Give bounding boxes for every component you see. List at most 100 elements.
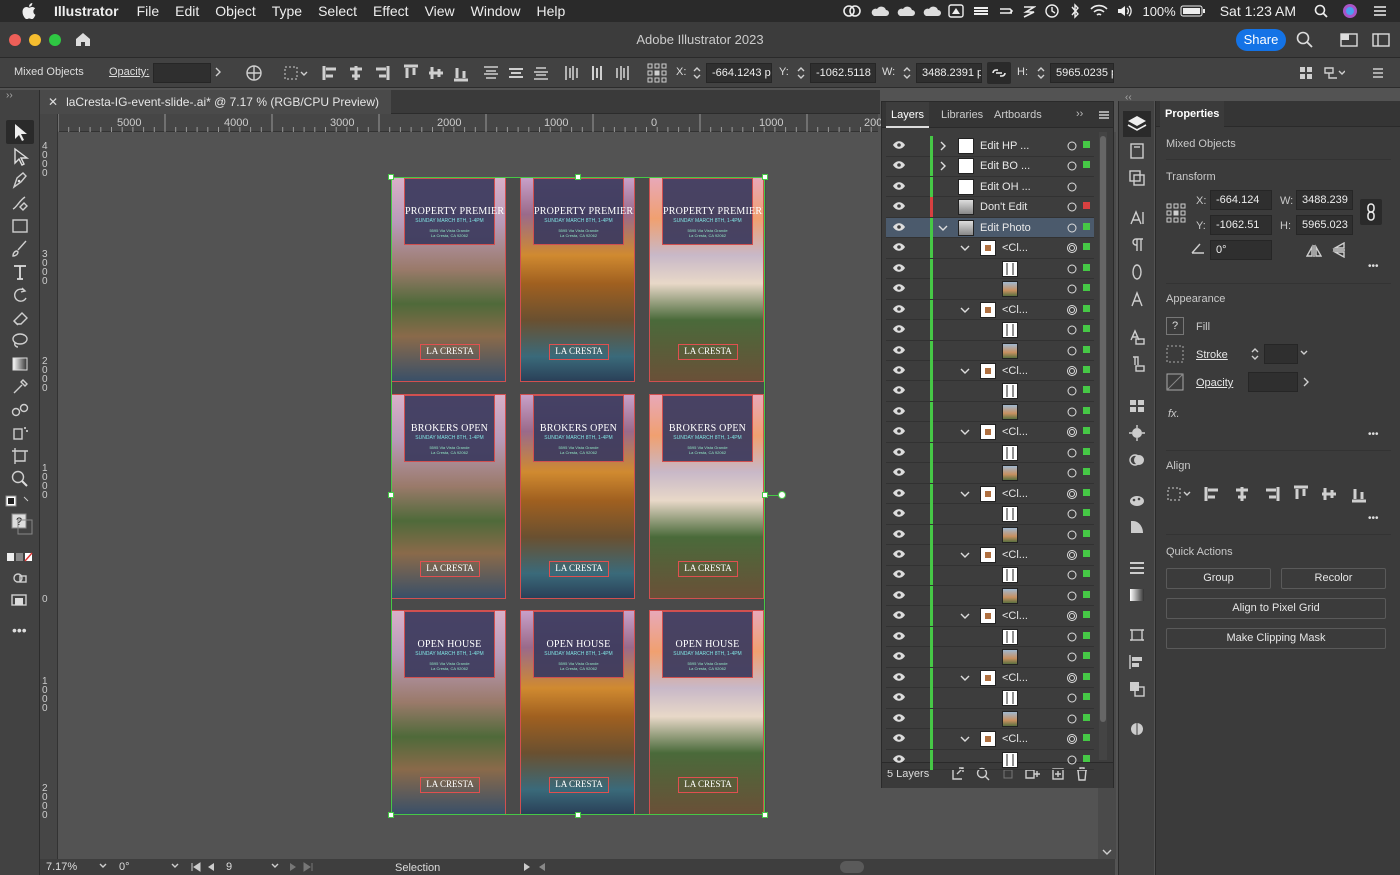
- visibility-eye-icon[interactable]: [892, 508, 906, 518]
- visibility-eye-icon[interactable]: [892, 631, 906, 641]
- transparency-panel-icon[interactable]: [1128, 518, 1146, 536]
- chevron-down-icon[interactable]: [960, 427, 970, 437]
- brushes-panel-icon[interactable]: [1128, 424, 1146, 442]
- collapse-icon[interactable]: ‹‹: [1125, 92, 1132, 103]
- tab-properties[interactable]: Properties: [1160, 101, 1225, 127]
- target-icon[interactable]: [1066, 385, 1078, 397]
- layer-name[interactable]: <Cl...: [1002, 488, 1028, 500]
- align-top-icon[interactable]: [1292, 485, 1310, 503]
- menu-window[interactable]: Window: [471, 3, 521, 19]
- wifi-icon[interactable]: [1090, 4, 1109, 18]
- layer-name[interactable]: <Cl...: [1002, 426, 1028, 438]
- fill-swatch[interactable]: ?: [1166, 317, 1184, 335]
- selection-handle[interactable]: [388, 492, 394, 498]
- selection-handle[interactable]: [388, 174, 394, 180]
- y-field[interactable]: -1062.51: [1210, 215, 1272, 235]
- chevron-right-icon[interactable]: [522, 861, 532, 873]
- sublayer-row[interactable]: [886, 626, 1094, 648]
- selection-indicator[interactable]: [1083, 406, 1090, 414]
- sublayer-row[interactable]: <Cl...: [886, 483, 1094, 505]
- glyphs-panel-icon[interactable]: [1128, 290, 1146, 308]
- target-icon[interactable]: [1066, 754, 1078, 766]
- align-left-icon[interactable]: [322, 64, 340, 82]
- menu-view[interactable]: View: [425, 3, 455, 19]
- cloud-icon[interactable]: [922, 5, 942, 17]
- volume-icon[interactable]: [1116, 4, 1134, 18]
- character-panel-icon[interactable]: [1128, 209, 1146, 227]
- eraser-tool-icon[interactable]: [10, 308, 30, 328]
- align-top-icon[interactable]: [402, 64, 420, 82]
- target-icon[interactable]: [1066, 549, 1078, 561]
- spotlight-icon[interactable]: [1314, 4, 1328, 18]
- layers-scrollbar[interactable]: [1099, 132, 1107, 760]
- visibility-eye-icon[interactable]: [892, 283, 906, 293]
- stack-icon[interactable]: [972, 4, 990, 18]
- menu-help[interactable]: Help: [536, 3, 565, 19]
- workspace-icon[interactable]: [1340, 33, 1358, 47]
- stepper-icon[interactable]: [796, 64, 806, 82]
- layer-row[interactable]: Edit HP ...: [886, 136, 1094, 157]
- sublayer-row[interactable]: [886, 279, 1094, 300]
- artboard-slide[interactable]: OPEN HOUSE SUNDAY MARCH 8TH, 1-4PM 5595 Vi…: [520, 610, 635, 815]
- bluetooth-icon[interactable]: [1070, 3, 1080, 19]
- reference-point-icon[interactable]: [647, 63, 667, 83]
- artboard-grid[interactable]: PROPERTY PREMIERE SUNDAY MARCH 8TH, 1-4PM…: [390, 177, 766, 815]
- document-tab[interactable]: ✕ laCresta-IG-event-slide-.ai* @ 7.17 % (…: [40, 90, 391, 114]
- selection-indicator[interactable]: [1083, 304, 1090, 312]
- target-icon[interactable]: [1066, 140, 1078, 152]
- collapse-icon[interactable]: ››: [6, 90, 13, 101]
- selection-indicator[interactable]: [1083, 365, 1090, 373]
- align-center-icon[interactable]: [1233, 485, 1251, 503]
- stepper-icon[interactable]: [902, 64, 912, 82]
- visibility-eye-icon[interactable]: [892, 692, 906, 702]
- selection-indicator[interactable]: [1083, 161, 1090, 169]
- selection-indicator[interactable]: [1083, 509, 1090, 517]
- layer-row[interactable]: Edit BO ...: [886, 156, 1094, 177]
- target-icon[interactable]: [1066, 406, 1078, 418]
- distribute-top-icon[interactable]: [482, 64, 500, 82]
- sublayer-row[interactable]: <Cl...: [886, 729, 1094, 750]
- sublayer-row[interactable]: <Cl...: [886, 667, 1094, 689]
- char-styles-icon[interactable]: [1128, 328, 1146, 346]
- layer-name[interactable]: <Cl...: [1002, 242, 1028, 254]
- selection-indicator[interactable]: [1083, 550, 1090, 557]
- layer-name[interactable]: <Cl...: [1002, 304, 1028, 316]
- visibility-eye-icon[interactable]: [892, 754, 906, 764]
- target-icon[interactable]: [1066, 529, 1078, 541]
- chevron-down-icon[interactable]: [960, 673, 970, 683]
- target-icon[interactable]: [1066, 631, 1078, 643]
- stroke-weight-field[interactable]: [1264, 344, 1298, 364]
- chevron-down-icon[interactable]: [960, 305, 970, 315]
- sublayer-row[interactable]: [886, 585, 1094, 607]
- visibility-eye-icon[interactable]: [892, 610, 906, 620]
- cloud-sync-icon[interactable]: [998, 4, 1014, 18]
- w-field[interactable]: 3488.2391 p: [916, 63, 982, 83]
- chevron-down-icon[interactable]: [960, 734, 970, 744]
- target-icon[interactable]: [1066, 590, 1078, 602]
- align-to-pixel-grid-button[interactable]: Align to Pixel Grid: [1166, 598, 1386, 619]
- sublayer-row[interactable]: [886, 749, 1094, 770]
- chevron-down-icon[interactable]: [938, 223, 948, 233]
- visibility-eye-icon[interactable]: [892, 549, 906, 559]
- selection-indicator[interactable]: [1083, 447, 1090, 455]
- selection-indicator[interactable]: [1083, 570, 1090, 578]
- menu-select[interactable]: Select: [318, 3, 357, 19]
- align-right-icon[interactable]: [372, 64, 390, 82]
- visibility-eye-icon[interactable]: [892, 713, 906, 723]
- chevron-down-icon[interactable]: [960, 550, 970, 560]
- rotate-tool-icon[interactable]: [10, 285, 30, 305]
- recolor-button[interactable]: Recolor: [1281, 568, 1386, 589]
- visibility-eye-icon[interactable]: [892, 181, 906, 191]
- selection-indicator[interactable]: [1083, 713, 1090, 721]
- sublayer-row[interactable]: <Cl...: [886, 422, 1094, 443]
- chevron-left-icon[interactable]: [537, 861, 547, 873]
- layer-name[interactable]: Edit Photo: [980, 222, 1031, 234]
- align-middle-icon[interactable]: [1320, 485, 1338, 503]
- layer-name[interactable]: Edit HP ...: [980, 140, 1029, 152]
- more-options-icon[interactable]: •••: [1368, 513, 1379, 524]
- distribute-center-icon[interactable]: [507, 64, 525, 82]
- time-machine-icon[interactable]: [1044, 3, 1060, 19]
- target-icon[interactable]: [1066, 160, 1078, 172]
- more-options-icon[interactable]: •••: [1368, 429, 1379, 440]
- gradient-tool-icon[interactable]: [10, 354, 30, 374]
